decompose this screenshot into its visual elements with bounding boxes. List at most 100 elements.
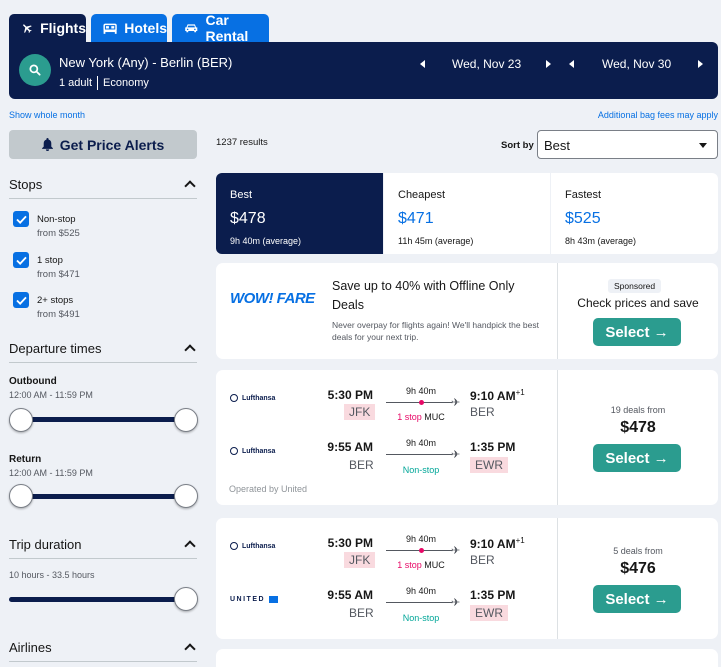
next-date-icon[interactable] <box>546 60 551 68</box>
ad-headline: Save up to 40% with Offline Only Deals <box>332 279 515 312</box>
sort-select[interactable]: Best <box>537 130 718 159</box>
departure-airport: BER <box>349 458 374 472</box>
operated-by: Operated by United <box>229 484 308 494</box>
stops-info: 1 stop MUC <box>387 560 455 570</box>
collapse-chevron-icon[interactable] <box>184 643 196 655</box>
show-whole-month-link[interactable]: Show whole month <box>9 110 85 120</box>
sort-tab-price: $478 <box>230 210 266 227</box>
stop-option-1-stop[interactable]: 1 stop from $471 <box>37 254 80 282</box>
price-alerts-button[interactable]: Get Price Alerts <box>9 130 197 159</box>
plane-icon: ✈ <box>451 397 461 409</box>
collapse-chevron-icon[interactable] <box>184 180 196 192</box>
tab-label: Hotels <box>124 20 167 36</box>
airline-logo: Lufthansa <box>230 447 275 455</box>
duration-slider-track[interactable] <box>9 597 186 602</box>
search-summary-bar[interactable]: New York (Any) - Berlin (BER) 1 adult Eco… <box>9 42 718 99</box>
sort-tab-fastest[interactable]: Fastest $525 8h 43m (average) <box>551 173 718 254</box>
bed-icon <box>103 23 117 34</box>
airline-name: Lufthansa <box>242 447 276 455</box>
prev-date-icon[interactable] <box>420 60 425 68</box>
tab-flights[interactable]: Flights <box>9 14 86 42</box>
car-icon <box>185 24 198 33</box>
return-slider-track[interactable] <box>20 494 186 499</box>
tab-hotels[interactable]: Hotels <box>91 14 167 42</box>
next-date-icon[interactable] <box>698 60 703 68</box>
divider <box>557 370 558 505</box>
arrival-time: 1:35 PM <box>470 440 516 454</box>
results-count: 1237 results <box>216 137 268 148</box>
return-slider-max-handle[interactable] <box>174 484 198 508</box>
route-text: New York (Any) - Berlin (BER) <box>59 55 233 70</box>
prev-date-icon[interactable] <box>569 60 574 68</box>
plane-icon: ✈ <box>451 545 461 557</box>
united-globe-icon <box>269 596 279 603</box>
departure-time: 5:30 PM <box>327 536 373 550</box>
sort-value: Best <box>544 138 571 153</box>
select-flight-button[interactable]: Select → <box>593 444 681 472</box>
outbound-label: Outbound <box>9 376 57 387</box>
tab-label: Car Rental <box>205 12 249 44</box>
stop-count: 1 stop <box>397 560 422 570</box>
arrival-time-value: 9:10 AM <box>470 389 516 403</box>
dropdown-arrow-icon <box>699 143 707 148</box>
checkbox-nonstop[interactable] <box>13 211 29 227</box>
outbound-slider-track[interactable] <box>20 417 186 422</box>
flight-path-line <box>386 454 452 455</box>
duration-slider-handle[interactable] <box>174 587 198 611</box>
collapse-chevron-icon[interactable] <box>184 540 196 552</box>
return-range: 12:00 AM - 11:59 PM <box>9 468 93 478</box>
return-date-picker[interactable]: Wed, Nov 30 <box>569 56 703 72</box>
flight-result-card[interactable]: Lufthansa 5:30 PM JFK 9h 40m ✈ 1 stop MU… <box>216 370 718 505</box>
bag-fees-link[interactable]: Additional bag fees may apply <box>598 110 718 120</box>
sponsored-ad-card[interactable]: WOW! FARE Save up to 40% with Offline On… <box>216 263 718 359</box>
lufthansa-crane-icon <box>230 542 238 550</box>
bell-icon <box>41 138 53 151</box>
sort-tab-title: Best <box>230 189 253 201</box>
collapse-chevron-icon[interactable] <box>184 344 196 356</box>
flight-path-line <box>386 602 452 603</box>
via-airport: MUC <box>424 412 445 422</box>
flight-result-card[interactable]: Lufthansa 5:30 PM JFK 9h 40m ✈ 1 stop MU… <box>216 518 718 639</box>
departure-time: 5:30 PM <box>327 388 373 402</box>
flight-duration: 9h 40m <box>405 586 437 596</box>
stop-option-nonstop[interactable]: Non-stop from $525 <box>37 213 80 241</box>
sort-tab-title: Fastest <box>565 189 602 201</box>
outbound-slider-min-handle[interactable] <box>9 408 33 432</box>
airline-name: Lufthansa <box>242 542 276 550</box>
passenger-count: 1 adult <box>59 76 93 89</box>
return-date: Wed, Nov 30 <box>602 57 672 71</box>
search-icon[interactable] <box>19 54 51 86</box>
sort-label: Sort by <box>501 140 534 151</box>
check-icon <box>15 296 27 305</box>
sort-tab-duration: 8h 43m (average) <box>565 236 637 246</box>
departure-airport: JFK <box>344 404 376 420</box>
stop-dot <box>419 400 424 405</box>
next-day-indicator: +1 <box>515 388 525 397</box>
stop-option-2-plus-stops[interactable]: 2+ stops from $491 <box>37 294 80 322</box>
sort-tab-cheapest[interactable]: Cheapest $471 11h 45m (average) <box>384 173 550 254</box>
arrival-airport: EWR <box>470 605 508 621</box>
sort-tab-best[interactable]: Best $478 9h 40m (average) <box>216 173 383 254</box>
checkbox-1-stop[interactable] <box>13 252 29 268</box>
sort-tab-price: $525 <box>565 210 601 227</box>
airline-logo: Lufthansa <box>230 542 275 550</box>
flight-duration: 9h 40m <box>405 386 437 396</box>
select-flight-button[interactable]: Select → <box>593 585 681 613</box>
arrival-time: 1:35 PM <box>470 588 516 602</box>
ad-cta-text: Check prices and save <box>577 296 699 310</box>
sort-tab-duration: 9h 40m (average) <box>230 236 302 246</box>
ad-select-button[interactable]: Select → <box>593 318 681 346</box>
airline-name: Lufthansa <box>242 394 276 402</box>
passenger-summary: 1 adult Economy <box>59 76 149 90</box>
tab-car-rental[interactable]: Car Rental <box>172 12 269 44</box>
outbound-slider-max-handle[interactable] <box>174 408 198 432</box>
outbound-range: 12:00 AM - 11:59 PM <box>9 390 93 400</box>
return-slider-min-handle[interactable] <box>9 484 33 508</box>
depart-date: Wed, Nov 23 <box>452 57 522 71</box>
checkbox-2-plus-stops[interactable] <box>13 292 29 308</box>
price-alerts-label: Get Price Alerts <box>59 136 165 153</box>
divider <box>9 198 197 199</box>
divider <box>557 263 558 359</box>
flight-result-card[interactable] <box>216 649 718 667</box>
depart-date-picker[interactable]: Wed, Nov 23 <box>420 56 551 72</box>
